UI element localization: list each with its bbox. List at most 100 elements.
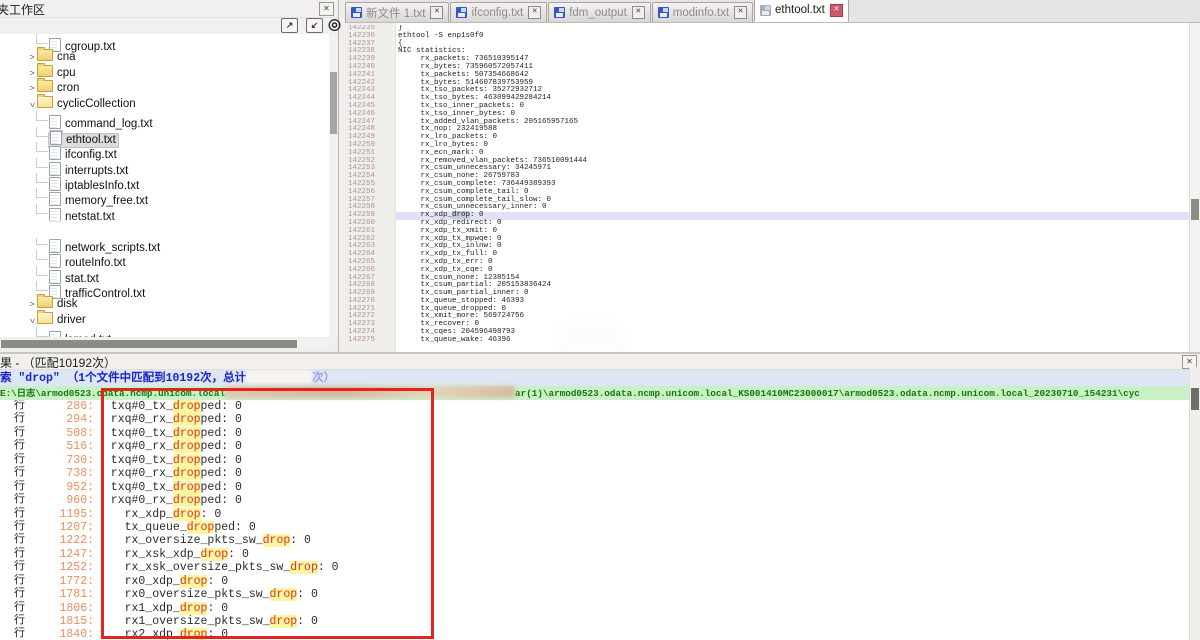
line-label: 行	[14, 575, 25, 588]
tree-item-cna[interactable]: > cna	[0, 49, 329, 64]
tree-item-routeInfo.txt[interactable]: routeInfo.txt	[0, 250, 329, 265]
folder-icon	[37, 96, 53, 108]
tree-connector	[36, 158, 48, 168]
tree-connector	[36, 127, 48, 137]
close-icon[interactable]: ✕	[430, 6, 443, 19]
tree-item-ifconfig.txt[interactable]: ifconfig.txt	[0, 142, 329, 157]
current-code-line: 142259 rx_xdp_drop: 0	[345, 212, 1190, 220]
tree-connector	[36, 281, 48, 291]
tree-horizontal-scrollbar[interactable]	[0, 339, 329, 349]
summary-text: 索 "drop" （1个文件中匹配到10192次，总计	[0, 372, 246, 385]
line-label: 行	[14, 628, 25, 640]
tree-item-cron[interactable]: > cron	[0, 80, 329, 95]
search-summary-line[interactable]: 索 "drop" （1个文件中匹配到10192次，总计 次）	[0, 370, 1190, 386]
tree-item-label: cna	[57, 51, 76, 63]
tree-item-lsmod.txt[interactable]: lsmod.txt	[0, 327, 329, 337]
folder-icon	[37, 49, 53, 61]
tab-modinfo.txt[interactable]: modinfo.txt ✕	[652, 2, 753, 22]
result-line-number: 1772:	[28, 575, 94, 588]
redacted-blur	[30, 221, 270, 238]
tree-item-cyclicCollection[interactable]: >cyclicCollection	[0, 96, 329, 111]
file-path-text: ar(1)\armod0523.odata.ncmp.unicom.local_…	[515, 388, 1140, 399]
tree-item-label: cron	[57, 82, 79, 94]
tree-item-ethtool.txt[interactable]: ethtool.txt	[0, 127, 329, 142]
tree-item-iptablesInfo.txt[interactable]: iptablesInfo.txt	[0, 173, 329, 188]
tab-ifconfig.txt[interactable]: ifconfig.txt✕	[450, 2, 547, 22]
scrollbar-thumb[interactable]	[330, 72, 337, 134]
tab-新文件 1.txt[interactable]: 新文件 1.txt✕	[345, 2, 449, 22]
result-line-number: 1781:	[28, 588, 94, 601]
tab-fdm_output[interactable]: fdm_output✕	[548, 2, 651, 22]
folder-icon	[37, 65, 53, 77]
result-line-number: 516:	[28, 440, 94, 453]
scrollbar-thumb[interactable]	[1191, 388, 1199, 410]
scrollbar-thumb[interactable]	[1, 340, 297, 348]
close-icon[interactable]: ✕	[528, 6, 541, 19]
result-line-number: 952:	[28, 481, 94, 494]
close-icon[interactable]: ✕	[830, 4, 843, 17]
result-line-number: 1207:	[28, 521, 94, 534]
chevron-collapsed-icon[interactable]: >	[27, 66, 37, 81]
tree-connector	[36, 266, 48, 276]
result-line-number: 1840:	[28, 628, 94, 640]
line-label: 行	[14, 454, 25, 467]
file-icon	[49, 331, 61, 337]
tree-item-interrupts.txt[interactable]: interrupts.txt	[0, 158, 329, 173]
tree-connector	[36, 34, 48, 44]
chevron-collapsed-icon[interactable]: >	[27, 50, 37, 65]
workspace-title: 夹工作区	[0, 1, 45, 18]
tree-item-cpu[interactable]: >cpu	[0, 65, 329, 80]
line-label: 行	[14, 494, 25, 507]
tree-item-stat.txt[interactable]: stat.txt	[0, 266, 329, 281]
line-label: 行	[14, 521, 25, 534]
line-label: 行	[14, 400, 25, 413]
collapse-all-icon[interactable]: ↙	[306, 18, 323, 33]
tree-item-trafficControl.txt[interactable]: trafficControl.txt	[0, 281, 329, 296]
code-text: tx_queue_wake: 46396	[398, 337, 511, 345]
tab-ethtool.txt[interactable]: ethtool.txt ✕	[754, 0, 849, 22]
tree-connector	[36, 188, 48, 198]
tree-item-driver[interactable]: >driver	[0, 312, 329, 327]
close-icon[interactable]: ✕	[319, 2, 334, 16]
tab-label: ethtool.txt	[775, 4, 825, 16]
chevron-collapsed-icon[interactable]: >	[27, 297, 37, 312]
close-icon[interactable]: ✕	[632, 6, 645, 19]
tree-connector	[36, 327, 48, 337]
tree-item-cgroup.txt[interactable]: cgroup.txt	[0, 34, 329, 49]
save-icon	[456, 7, 467, 18]
results-vertical-scrollbar[interactable]	[1189, 367, 1200, 640]
line-label: 行	[14, 615, 25, 628]
result-line-number: 1195:	[28, 508, 94, 521]
save-icon	[658, 7, 669, 18]
save-icon	[351, 7, 362, 18]
line-label: 行	[14, 467, 25, 480]
editor-text-area[interactable]: 142235}142236ethtool -S enp1s0f0142237{1…	[345, 25, 1190, 352]
code-text: ethtool -S enp1s0f0	[398, 33, 484, 41]
expand-all-icon[interactable]: ↗	[281, 18, 298, 33]
chevron-collapsed-icon[interactable]: >	[27, 81, 37, 96]
tree-item-disk[interactable]: >disk	[0, 296, 329, 311]
locate-file-icon[interactable]: ◎	[327, 18, 342, 31]
tree-item-netstat.txt[interactable]: netstat.txt	[0, 204, 329, 219]
code-text: rx_xdp_drop: 0	[398, 212, 484, 220]
editor-vertical-scrollbar[interactable]	[1189, 23, 1200, 352]
tree-item-memory_free.txt[interactable]: memory_free.txt	[0, 188, 329, 203]
tree-connector	[36, 173, 48, 183]
file-tree: cgroup.txt>cna>cpu>cron>cyclicCollection…	[0, 34, 329, 337]
code-line: 142275 tx_queue_wake: 46396	[345, 337, 1190, 345]
scrollbar-thumb[interactable]	[1191, 199, 1199, 220]
result-line-number: 508:	[28, 427, 94, 440]
line-label: 行	[14, 508, 25, 521]
result-line-number: 738:	[28, 467, 94, 480]
result-line-number: 1815:	[28, 615, 94, 628]
item-body: lsmod.txt	[49, 334, 111, 337]
close-icon[interactable]: ✕	[734, 6, 747, 19]
selected-word: drop	[452, 211, 470, 219]
summary-suffix: 次）	[312, 372, 335, 385]
result-line-number: 1252:	[28, 561, 94, 574]
tab-label: modinfo.txt	[673, 7, 729, 19]
line-label: 行	[14, 534, 25, 547]
tree-connector	[36, 204, 48, 214]
tree-item-command_log.txt[interactable]: command_log.txt	[0, 111, 329, 126]
tree-vertical-scrollbar[interactable]	[329, 34, 338, 337]
